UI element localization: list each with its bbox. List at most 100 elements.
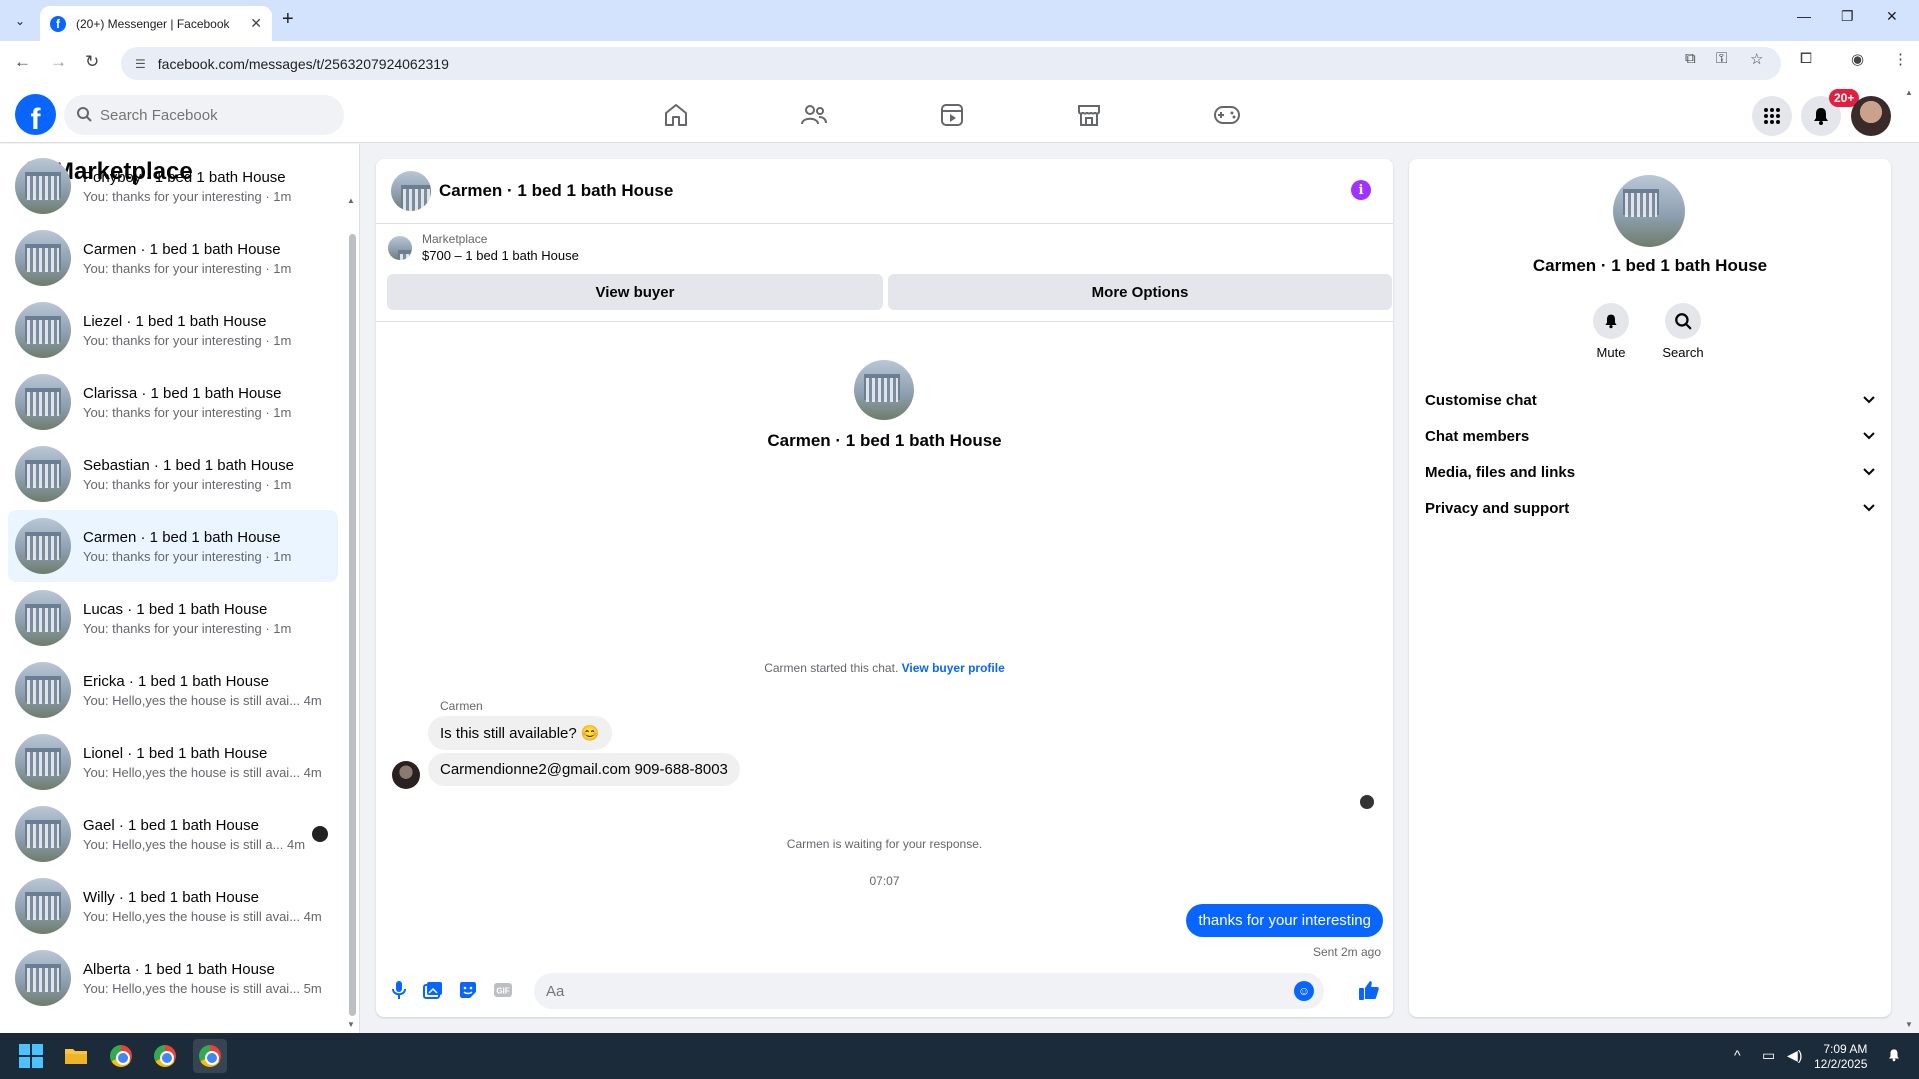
marketplace-icon[interactable] bbox=[1069, 100, 1109, 130]
svg-text:GIF: GIF bbox=[496, 987, 509, 996]
browser-tab[interactable]: f (20+) Messenger | Facebook ✕ bbox=[40, 6, 272, 41]
system-clock[interactable]: 7:09 AM 12/2/2025 bbox=[1814, 1042, 1867, 1072]
file-explorer-icon[interactable] bbox=[59, 1039, 93, 1073]
like-thumb-icon[interactable] bbox=[1358, 979, 1380, 1001]
list-item[interactable]: Clarissa · 1 bed 1 bath House You: thanks… bbox=[8, 366, 338, 438]
facebook-search[interactable] bbox=[64, 95, 344, 135]
conversation-name: Carmen · 1 bed 1 bath House bbox=[83, 240, 281, 258]
conversation-snippet: You: thanks for your interesting · 1m bbox=[83, 260, 292, 276]
chrome-profile-1-icon[interactable] bbox=[104, 1039, 138, 1073]
sender-avatar[interactable] bbox=[392, 761, 420, 789]
page-scroll-down-icon[interactable]: ▼ bbox=[1905, 1020, 1913, 1029]
back-icon[interactable]: ← bbox=[14, 52, 31, 72]
tab-close-icon[interactable]: ✕ bbox=[250, 15, 262, 32]
customise-chat-section[interactable]: Customise chat bbox=[1425, 382, 1875, 418]
search-conversation-button[interactable]: Search bbox=[1653, 303, 1713, 360]
tray-overflow-chevron-icon[interactable]: ^ bbox=[1734, 1047, 1741, 1063]
conversation-sidebar: Marketplace Ponyboy · 1 bed 1 bath House… bbox=[0, 144, 360, 1033]
account-avatar[interactable] bbox=[1851, 96, 1891, 136]
chrome-profile-3-icon[interactable] bbox=[193, 1039, 227, 1073]
search-input[interactable] bbox=[100, 106, 300, 124]
microphone-icon[interactable] bbox=[388, 979, 410, 1001]
chevron-down-icon bbox=[1863, 393, 1875, 407]
friends-icon[interactable] bbox=[794, 100, 834, 130]
list-item[interactable]: Lucas · 1 bed 1 bath House You: thanks fo… bbox=[8, 582, 338, 654]
photo-icon[interactable] bbox=[422, 979, 444, 1001]
media-files-links-section[interactable]: Media, files and links bbox=[1425, 454, 1875, 490]
privacy-support-section[interactable]: Privacy and support bbox=[1425, 490, 1875, 526]
view-buyer-profile-link[interactable]: View buyer profile bbox=[902, 661, 1005, 675]
list-item[interactable]: Willy · 1 bed 1 bath House You: Hello,yes… bbox=[8, 870, 338, 942]
install-app-icon[interactable]: ⧉ bbox=[1685, 50, 1696, 67]
windows-start-icon[interactable] bbox=[14, 1039, 48, 1073]
view-buyer-button[interactable]: View buyer bbox=[387, 274, 883, 310]
restore-icon[interactable]: ❐ bbox=[1841, 8, 1854, 25]
gif-icon[interactable]: GIF bbox=[492, 979, 514, 1001]
read-receipt-avatar bbox=[1360, 795, 1374, 809]
mute-button[interactable]: Mute bbox=[1581, 303, 1641, 360]
scrollbar-thumb[interactable] bbox=[349, 234, 356, 1016]
chat-members-section[interactable]: Chat members bbox=[1425, 418, 1875, 454]
site-info-icon[interactable]: ☰ bbox=[135, 57, 146, 71]
forward-icon[interactable]: → bbox=[50, 52, 67, 72]
volume-icon[interactable]: ◀) bbox=[1787, 1047, 1802, 1064]
password-key-icon[interactable]: ⚿ bbox=[1716, 50, 1727, 67]
list-item[interactable]: Liezel · 1 bed 1 bath House You: thanks f… bbox=[8, 294, 338, 366]
info-icon[interactable]: i bbox=[1351, 180, 1371, 200]
list-item[interactable]: Gael · 1 bed 1 bath House You: Hello,yes … bbox=[8, 798, 338, 870]
list-item[interactable]: Ponyboy · 1 bed 1 bath House You: thanks … bbox=[8, 150, 338, 222]
tab-search-dropdown-icon[interactable]: ⌄ bbox=[8, 9, 32, 33]
chat-started-text: Carmen started this chat. bbox=[764, 661, 899, 675]
list-item[interactable]: Sebastian · 1 bed 1 bath House You: thank… bbox=[8, 438, 338, 510]
facebook-logo-icon[interactable]: f bbox=[15, 94, 56, 135]
scroll-up-arrow-icon[interactable]: ▲ bbox=[347, 196, 355, 205]
clock-time: 7:09 AM bbox=[1823, 1042, 1868, 1056]
section-title: Privacy and support bbox=[1425, 499, 1570, 517]
menu-grid-icon[interactable] bbox=[1752, 96, 1792, 136]
more-options-button[interactable]: More Options bbox=[888, 274, 1392, 310]
notification-center-icon[interactable] bbox=[1887, 1047, 1901, 1066]
sticker-icon[interactable] bbox=[457, 979, 479, 1001]
incoming-message[interactable]: Carmendionne2@gmail.com 909-688-8003 bbox=[428, 753, 740, 786]
network-icon[interactable]: ▭ bbox=[1762, 1047, 1775, 1064]
chat-title[interactable]: Carmen · 1 bed 1 bath House bbox=[439, 181, 673, 201]
list-item-active[interactable]: Carmen · 1 bed 1 bath House You: thanks f… bbox=[8, 510, 338, 582]
listing-label: Marketplace bbox=[422, 232, 488, 246]
scroll-down-arrow-icon[interactable]: ▼ bbox=[347, 1020, 355, 1029]
conversation-snippet: You: thanks for your interesting · 1m bbox=[83, 548, 292, 564]
listing-summary[interactable]: Marketplace $700 – 1 bed 1 bath House bbox=[388, 232, 579, 263]
conversation-snippet: You: thanks for your interesting · 1m bbox=[83, 620, 292, 636]
new-tab-icon[interactable]: + bbox=[282, 8, 294, 31]
incoming-message[interactable]: Is this still available? 😊 bbox=[428, 716, 612, 750]
conversation-snippet: You: Hello,yes the house is still avai..… bbox=[83, 692, 322, 708]
profile-icon[interactable]: ◉ bbox=[1851, 50, 1864, 68]
emoji-icon[interactable]: ☺ bbox=[1294, 981, 1314, 1001]
browser-menu-icon[interactable]: ⋮ bbox=[1893, 50, 1908, 68]
conversation-snippet: You: Hello,yes the house is still a... 4… bbox=[83, 836, 306, 852]
bookmark-star-icon[interactable]: ☆ bbox=[1750, 50, 1763, 68]
chat-avatar[interactable] bbox=[391, 171, 431, 211]
minimize-icon[interactable]: — bbox=[1797, 8, 1811, 24]
info-avatar[interactable] bbox=[1613, 175, 1685, 247]
home-icon[interactable] bbox=[656, 100, 696, 130]
conversation-snippet: You: thanks for your interesting · 1m bbox=[83, 332, 292, 348]
list-item[interactable]: Carmen · 1 bed 1 bath House You: thanks f… bbox=[8, 222, 338, 294]
extensions-icon[interactable]: ⧠ bbox=[1800, 50, 1812, 67]
outgoing-message[interactable]: thanks for your interesting bbox=[1186, 904, 1383, 937]
chrome-profile-2-icon[interactable] bbox=[148, 1039, 182, 1073]
list-item[interactable]: Lionel · 1 bed 1 bath House You: Hello,ye… bbox=[8, 726, 338, 798]
message-input[interactable] bbox=[546, 982, 1246, 1000]
message-input-box[interactable]: ☺ bbox=[534, 973, 1324, 1009]
video-icon[interactable] bbox=[932, 100, 972, 130]
window-close-icon[interactable]: ✕ bbox=[1886, 8, 1898, 25]
page-scroll-up-icon[interactable]: ▲ bbox=[1905, 88, 1913, 97]
conversation-snippet: You: thanks for your interesting · 1m bbox=[83, 404, 292, 420]
gaming-icon[interactable] bbox=[1207, 100, 1247, 130]
listing-thumbnail bbox=[15, 230, 71, 286]
reload-icon[interactable]: ↻ bbox=[85, 52, 99, 72]
address-bar[interactable]: ☰ facebook.com/messages/t/25632079240623… bbox=[121, 47, 1781, 80]
list-item[interactable]: Ericka · 1 bed 1 bath House You: Hello,ye… bbox=[8, 654, 338, 726]
sender-name: Carmen bbox=[440, 699, 483, 713]
list-item[interactable]: Alberta · 1 bed 1 bath House You: Hello,y… bbox=[8, 942, 338, 1014]
facebook-header: f 20+ bbox=[0, 86, 1919, 143]
